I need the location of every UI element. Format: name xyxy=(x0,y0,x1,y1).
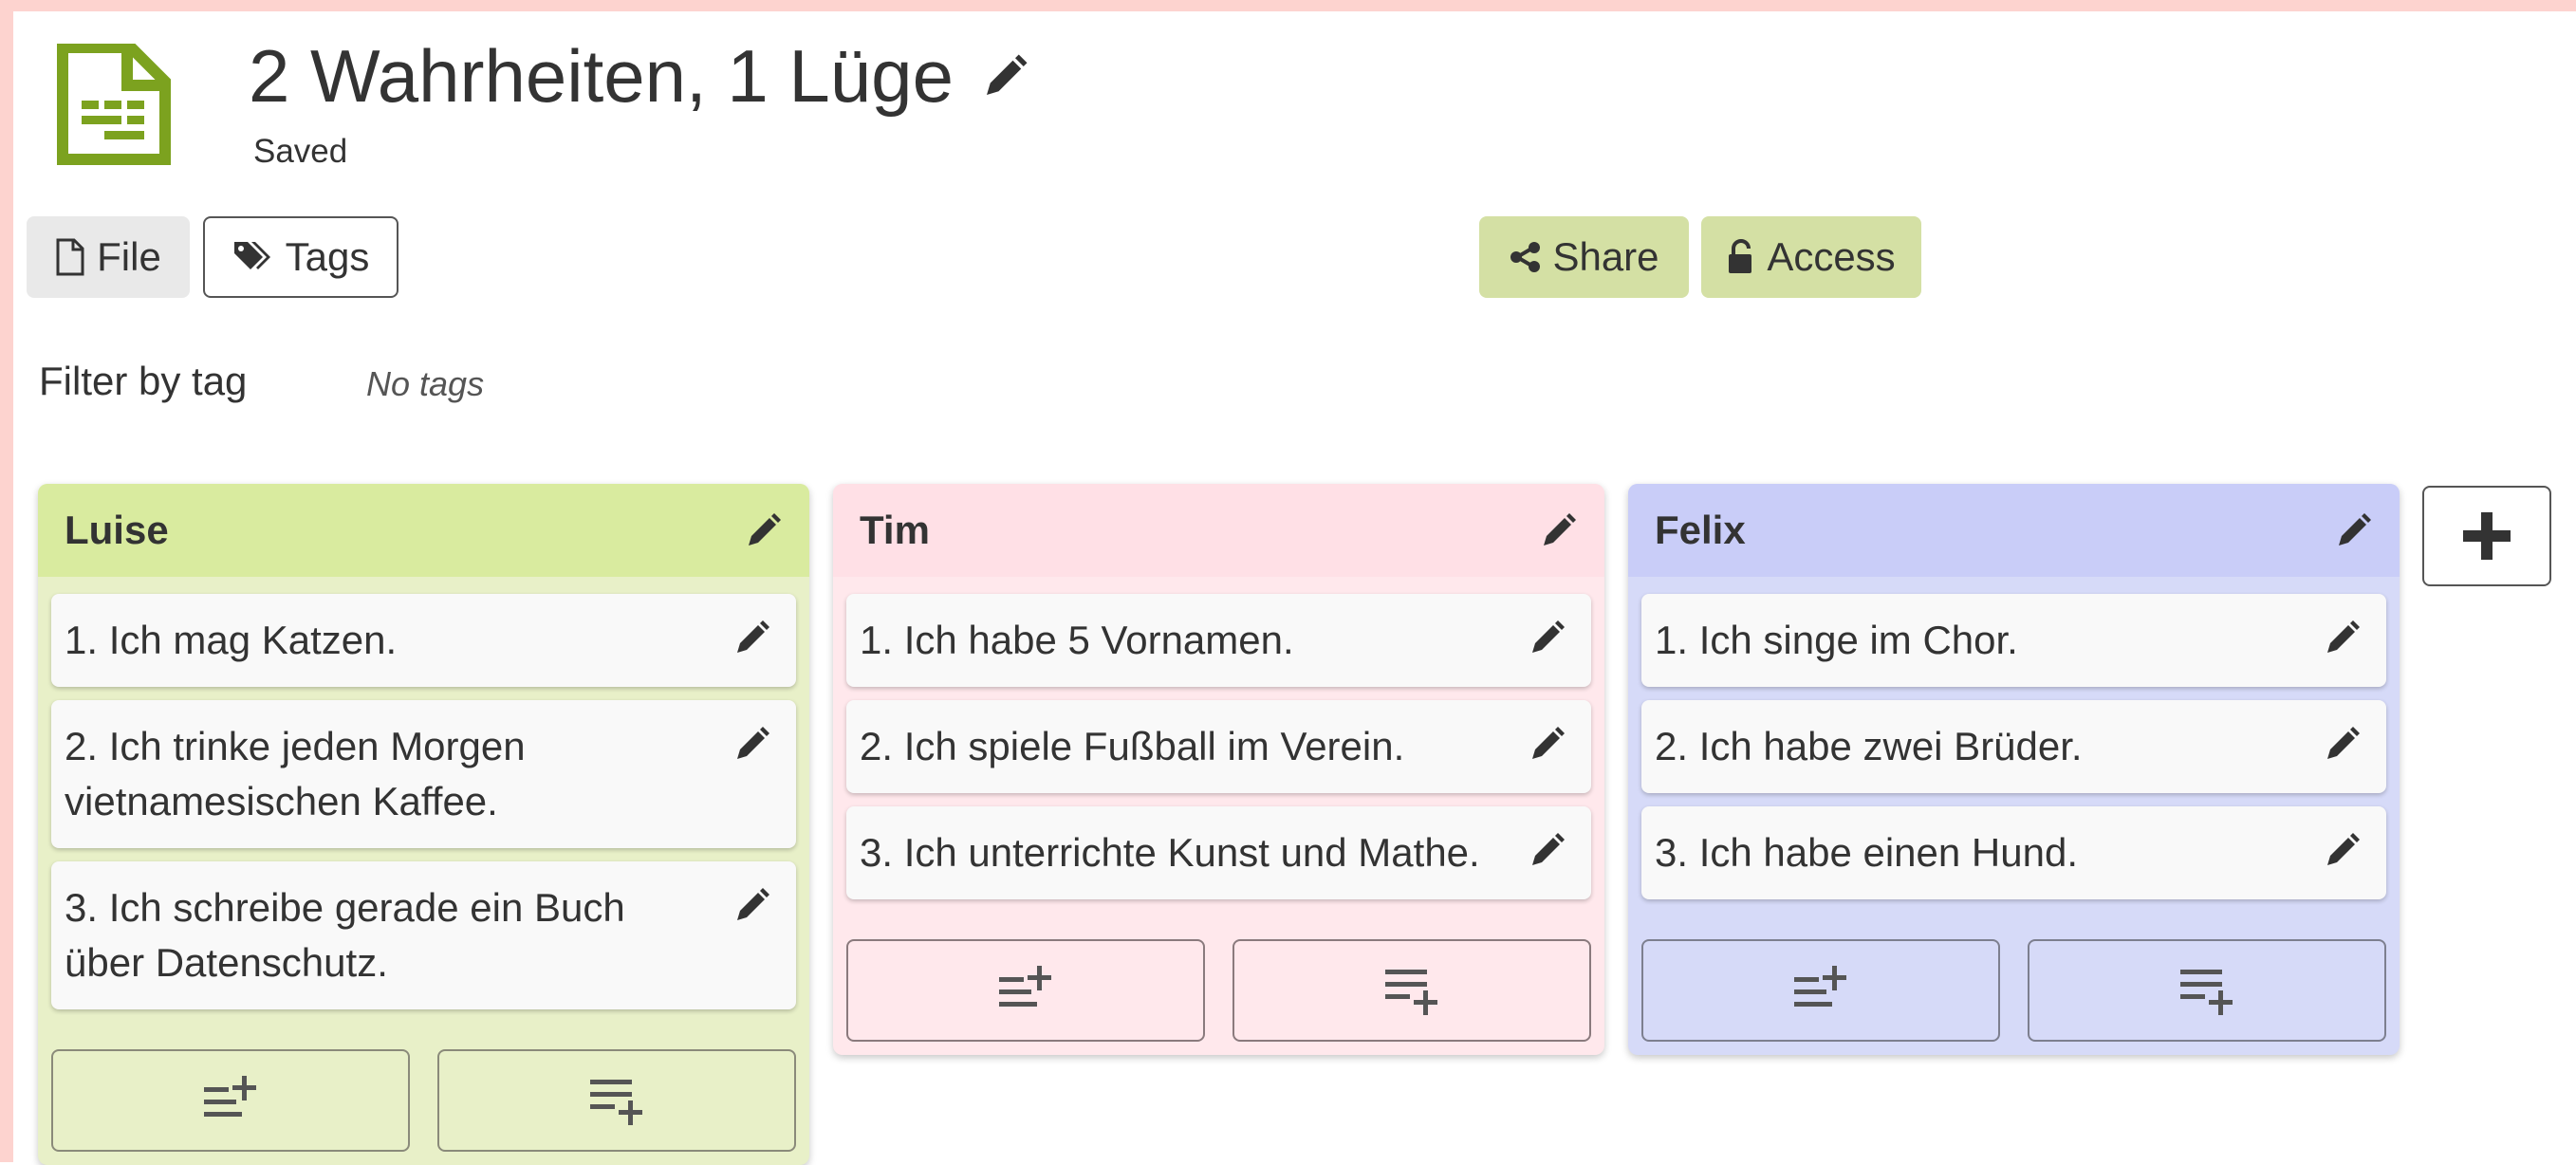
filter-by-tag-label: Filter by tag xyxy=(39,359,248,403)
card-text: 1. Ich mag Katzen. xyxy=(65,618,398,662)
edit-card-icon[interactable] xyxy=(733,725,771,763)
edit-card-icon[interactable] xyxy=(1529,725,1566,763)
window-border-top xyxy=(0,0,2576,11)
edit-card-icon[interactable] xyxy=(1529,619,1566,656)
column-header: Luise xyxy=(38,484,809,577)
add-column-button[interactable] xyxy=(2422,486,2551,586)
card-text: 3. Ich habe einen Hund. xyxy=(1655,830,2079,875)
edit-card-icon[interactable] xyxy=(2324,619,2362,656)
column-header: Felix xyxy=(1628,484,2400,577)
edit-column-icon[interactable] xyxy=(745,511,783,549)
card[interactable]: 2. Ich habe zwei Brüder. xyxy=(1641,700,2386,793)
card[interactable]: 1. Ich habe 5 Vornamen. xyxy=(846,594,1591,687)
document-title: 2 Wahrheiten, 1 Lüge xyxy=(249,34,954,118)
card[interactable]: 2. Ich trinke jeden Morgen vietnamesisch… xyxy=(51,700,796,848)
file-icon xyxy=(56,238,84,276)
window-border-left xyxy=(0,0,13,1162)
card[interactable]: 1. Ich singe im Chor. xyxy=(1641,594,2386,687)
share-button[interactable]: Share xyxy=(1479,216,1689,298)
add-card-top-button[interactable] xyxy=(1641,939,2000,1042)
edit-card-icon[interactable] xyxy=(733,619,771,656)
edit-card-icon[interactable] xyxy=(1529,831,1566,869)
add-card-bottom-button[interactable] xyxy=(2028,939,2386,1042)
access-button-label: Access xyxy=(1767,234,1896,279)
card-text: 1. Ich singe im Chor. xyxy=(1655,618,2018,662)
file-button-label: File xyxy=(97,234,161,279)
column-title: Luise xyxy=(65,508,169,552)
add-card-top-button[interactable] xyxy=(51,1049,410,1152)
add-card-bottom-button[interactable] xyxy=(437,1049,796,1152)
edit-card-icon[interactable] xyxy=(2324,725,2362,763)
column-title: Tim xyxy=(860,508,930,552)
edit-card-icon[interactable] xyxy=(733,886,771,924)
card-text: 3. Ich schreibe gerade ein Buch über Dat… xyxy=(65,885,625,985)
add-to-top-icon xyxy=(1794,966,1846,1007)
edit-title-icon[interactable] xyxy=(982,52,1029,100)
share-icon xyxy=(1510,242,1541,272)
add-to-bottom-icon xyxy=(1385,970,1437,1015)
save-status: Saved xyxy=(253,133,348,170)
card-text: 1. Ich habe 5 Vornamen. xyxy=(860,618,1294,662)
edit-column-icon[interactable] xyxy=(1540,511,1578,549)
tag-filter-value: No tags xyxy=(366,364,485,403)
title-row: 2 Wahrheiten, 1 Lüge xyxy=(249,28,1029,123)
add-card-bottom-button[interactable] xyxy=(1232,939,1591,1042)
add-to-bottom-icon xyxy=(590,1080,642,1125)
file-button[interactable]: File xyxy=(27,216,190,298)
card-text: 2. Ich habe zwei Brüder. xyxy=(1655,724,2083,768)
card[interactable]: 3. Ich habe einen Hund. xyxy=(1641,806,2386,899)
tags-button[interactable]: Tags xyxy=(203,216,398,298)
column-title: Felix xyxy=(1655,508,1746,552)
card-text: 2. Ich spiele Fußball im Verein. xyxy=(860,724,1405,768)
plus-icon xyxy=(2463,512,2511,560)
add-to-bottom-icon xyxy=(2180,970,2233,1015)
card[interactable]: 1. Ich mag Katzen. xyxy=(51,594,796,687)
spreadsheet-file-icon xyxy=(57,44,171,165)
edit-column-icon[interactable] xyxy=(2335,511,2373,549)
card-text: 2. Ich trinke jeden Morgen vietnamesisch… xyxy=(65,724,526,823)
column-tim: Tim 1. Ich habe 5 Vornamen. 2. Ich spiel… xyxy=(833,484,1604,1055)
column-luise: Luise 1. Ich mag Katzen. 2. Ich trinke j… xyxy=(38,484,809,1165)
column-felix: Felix 1. Ich singe im Chor. 2. Ich habe … xyxy=(1628,484,2400,1055)
share-button-label: Share xyxy=(1552,234,1659,279)
tags-button-label: Tags xyxy=(285,234,370,279)
card[interactable]: 3. Ich schreibe gerade ein Buch über Dat… xyxy=(51,861,796,1009)
add-card-top-button[interactable] xyxy=(846,939,1205,1042)
tags-icon xyxy=(233,242,270,269)
card[interactable]: 2. Ich spiele Fußball im Verein. xyxy=(846,700,1591,793)
access-button[interactable]: Access xyxy=(1701,216,1921,298)
unlock-icon xyxy=(1729,239,1752,273)
column-header: Tim xyxy=(833,484,1604,577)
add-to-top-icon xyxy=(204,1076,256,1117)
card-text: 3. Ich unterrichte Kunst und Mathe. xyxy=(860,830,1480,875)
card[interactable]: 3. Ich unterrichte Kunst und Mathe. xyxy=(846,806,1591,899)
edit-card-icon[interactable] xyxy=(2324,831,2362,869)
add-to-top-icon xyxy=(999,966,1051,1007)
